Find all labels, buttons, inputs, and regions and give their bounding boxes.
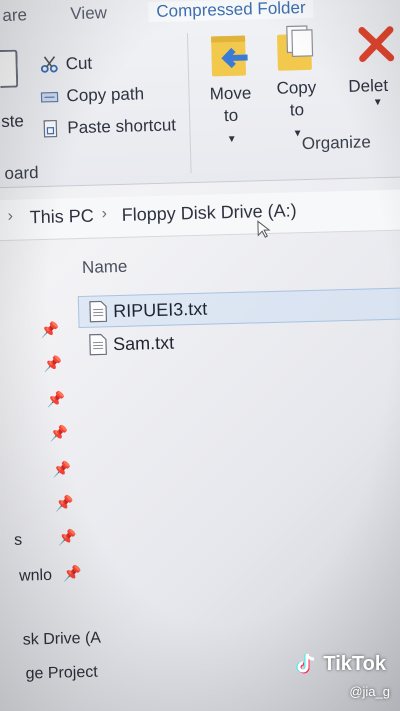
paste-shortcut-label: Paste shortcut	[67, 115, 177, 138]
move-to-button[interactable]: Move to ▼	[201, 29, 260, 147]
ribbon: are View Compressed Folder ste Cut Copy …	[0, 0, 400, 189]
address-bar[interactable]: › This PC › Floppy Disk Drive (A:)	[0, 188, 400, 242]
nav-item-downloads[interactable]: wnlo	[19, 567, 52, 586]
pin-icon[interactable]: 📌	[40, 321, 59, 339]
pin-icon[interactable]: 📌	[52, 460, 71, 478]
tiktok-logo-icon	[296, 653, 315, 674]
pin-icon[interactable]: 📌	[49, 424, 68, 442]
pin-icon[interactable]: 📌	[55, 494, 74, 512]
copy-to-button[interactable]: Copy to ▼	[267, 24, 326, 142]
copy-to-label: Copy to	[276, 77, 317, 120]
delete-label: Delet	[348, 75, 389, 96]
delete-button[interactable]: Delet ▼	[341, 21, 400, 109]
copy-path-icon	[40, 91, 59, 103]
pin-icon[interactable]: 📌	[43, 354, 62, 372]
breadcrumb-chevron-icon: ›	[101, 205, 108, 223]
paste-shortcut-button[interactable]: Paste shortcut	[41, 115, 176, 139]
move-to-dropdown-icon: ▼	[226, 133, 237, 146]
tiktok-brand: TikTok	[323, 652, 386, 675]
column-header-name[interactable]: Name	[82, 257, 128, 278]
text-file-icon	[89, 333, 107, 356]
mouse-pointer-icon	[257, 220, 271, 238]
paste-icon	[0, 49, 19, 89]
file-explorer-window: are View Compressed Folder ste Cut Copy …	[0, 0, 400, 711]
photo-frame: are View Compressed Folder ste Cut Copy …	[0, 0, 400, 711]
tiktok-watermark: TikTok	[295, 652, 386, 676]
cut-label: Cut	[65, 53, 93, 74]
text-file-icon	[89, 300, 108, 323]
tiktok-handle: @jia_g	[349, 684, 390, 699]
copy-to-icon	[277, 25, 314, 71]
pin-icon[interactable]: 📌	[46, 390, 65, 408]
ribbon-body: ste Cut Copy path Paste shortcut oard Mo…	[0, 21, 400, 183]
paste-label: ste	[0, 111, 25, 132]
copy-path-label: Copy path	[66, 84, 145, 106]
paste-button[interactable]	[0, 49, 26, 90]
delete-dropdown-icon: ▼	[372, 97, 383, 109]
cut-button[interactable]: Cut	[39, 54, 92, 75]
paste-shortcut-icon	[43, 119, 58, 138]
tab-view[interactable]: View	[70, 3, 107, 24]
tab-share[interactable]: are	[2, 5, 27, 26]
organize-group-label: Organize	[301, 132, 372, 154]
move-to-label: Move to	[209, 83, 252, 126]
tab-compressed-folder[interactable]: Compressed Folder	[148, 0, 314, 23]
clipboard-group-label: oard	[4, 163, 39, 183]
delete-x-icon	[358, 26, 395, 63]
ribbon-separator	[186, 33, 192, 174]
breadcrumb-chevron-icon: ›	[7, 207, 14, 225]
copy-path-button[interactable]: Copy path	[40, 84, 144, 107]
file-name: RIPUEI3.txt	[112, 298, 208, 321]
file-row-sam[interactable]: Sam.txt	[79, 321, 400, 360]
scissors-icon	[40, 56, 58, 73]
breadcrumb-this-pc[interactable]: This PC	[29, 206, 94, 229]
nav-item-partial[interactable]: s	[14, 532, 22, 550]
move-to-icon	[211, 35, 248, 77]
file-name: Sam.txt	[112, 332, 175, 354]
file-list: Name RIPUEI3.txt Sam.txt	[67, 239, 400, 711]
